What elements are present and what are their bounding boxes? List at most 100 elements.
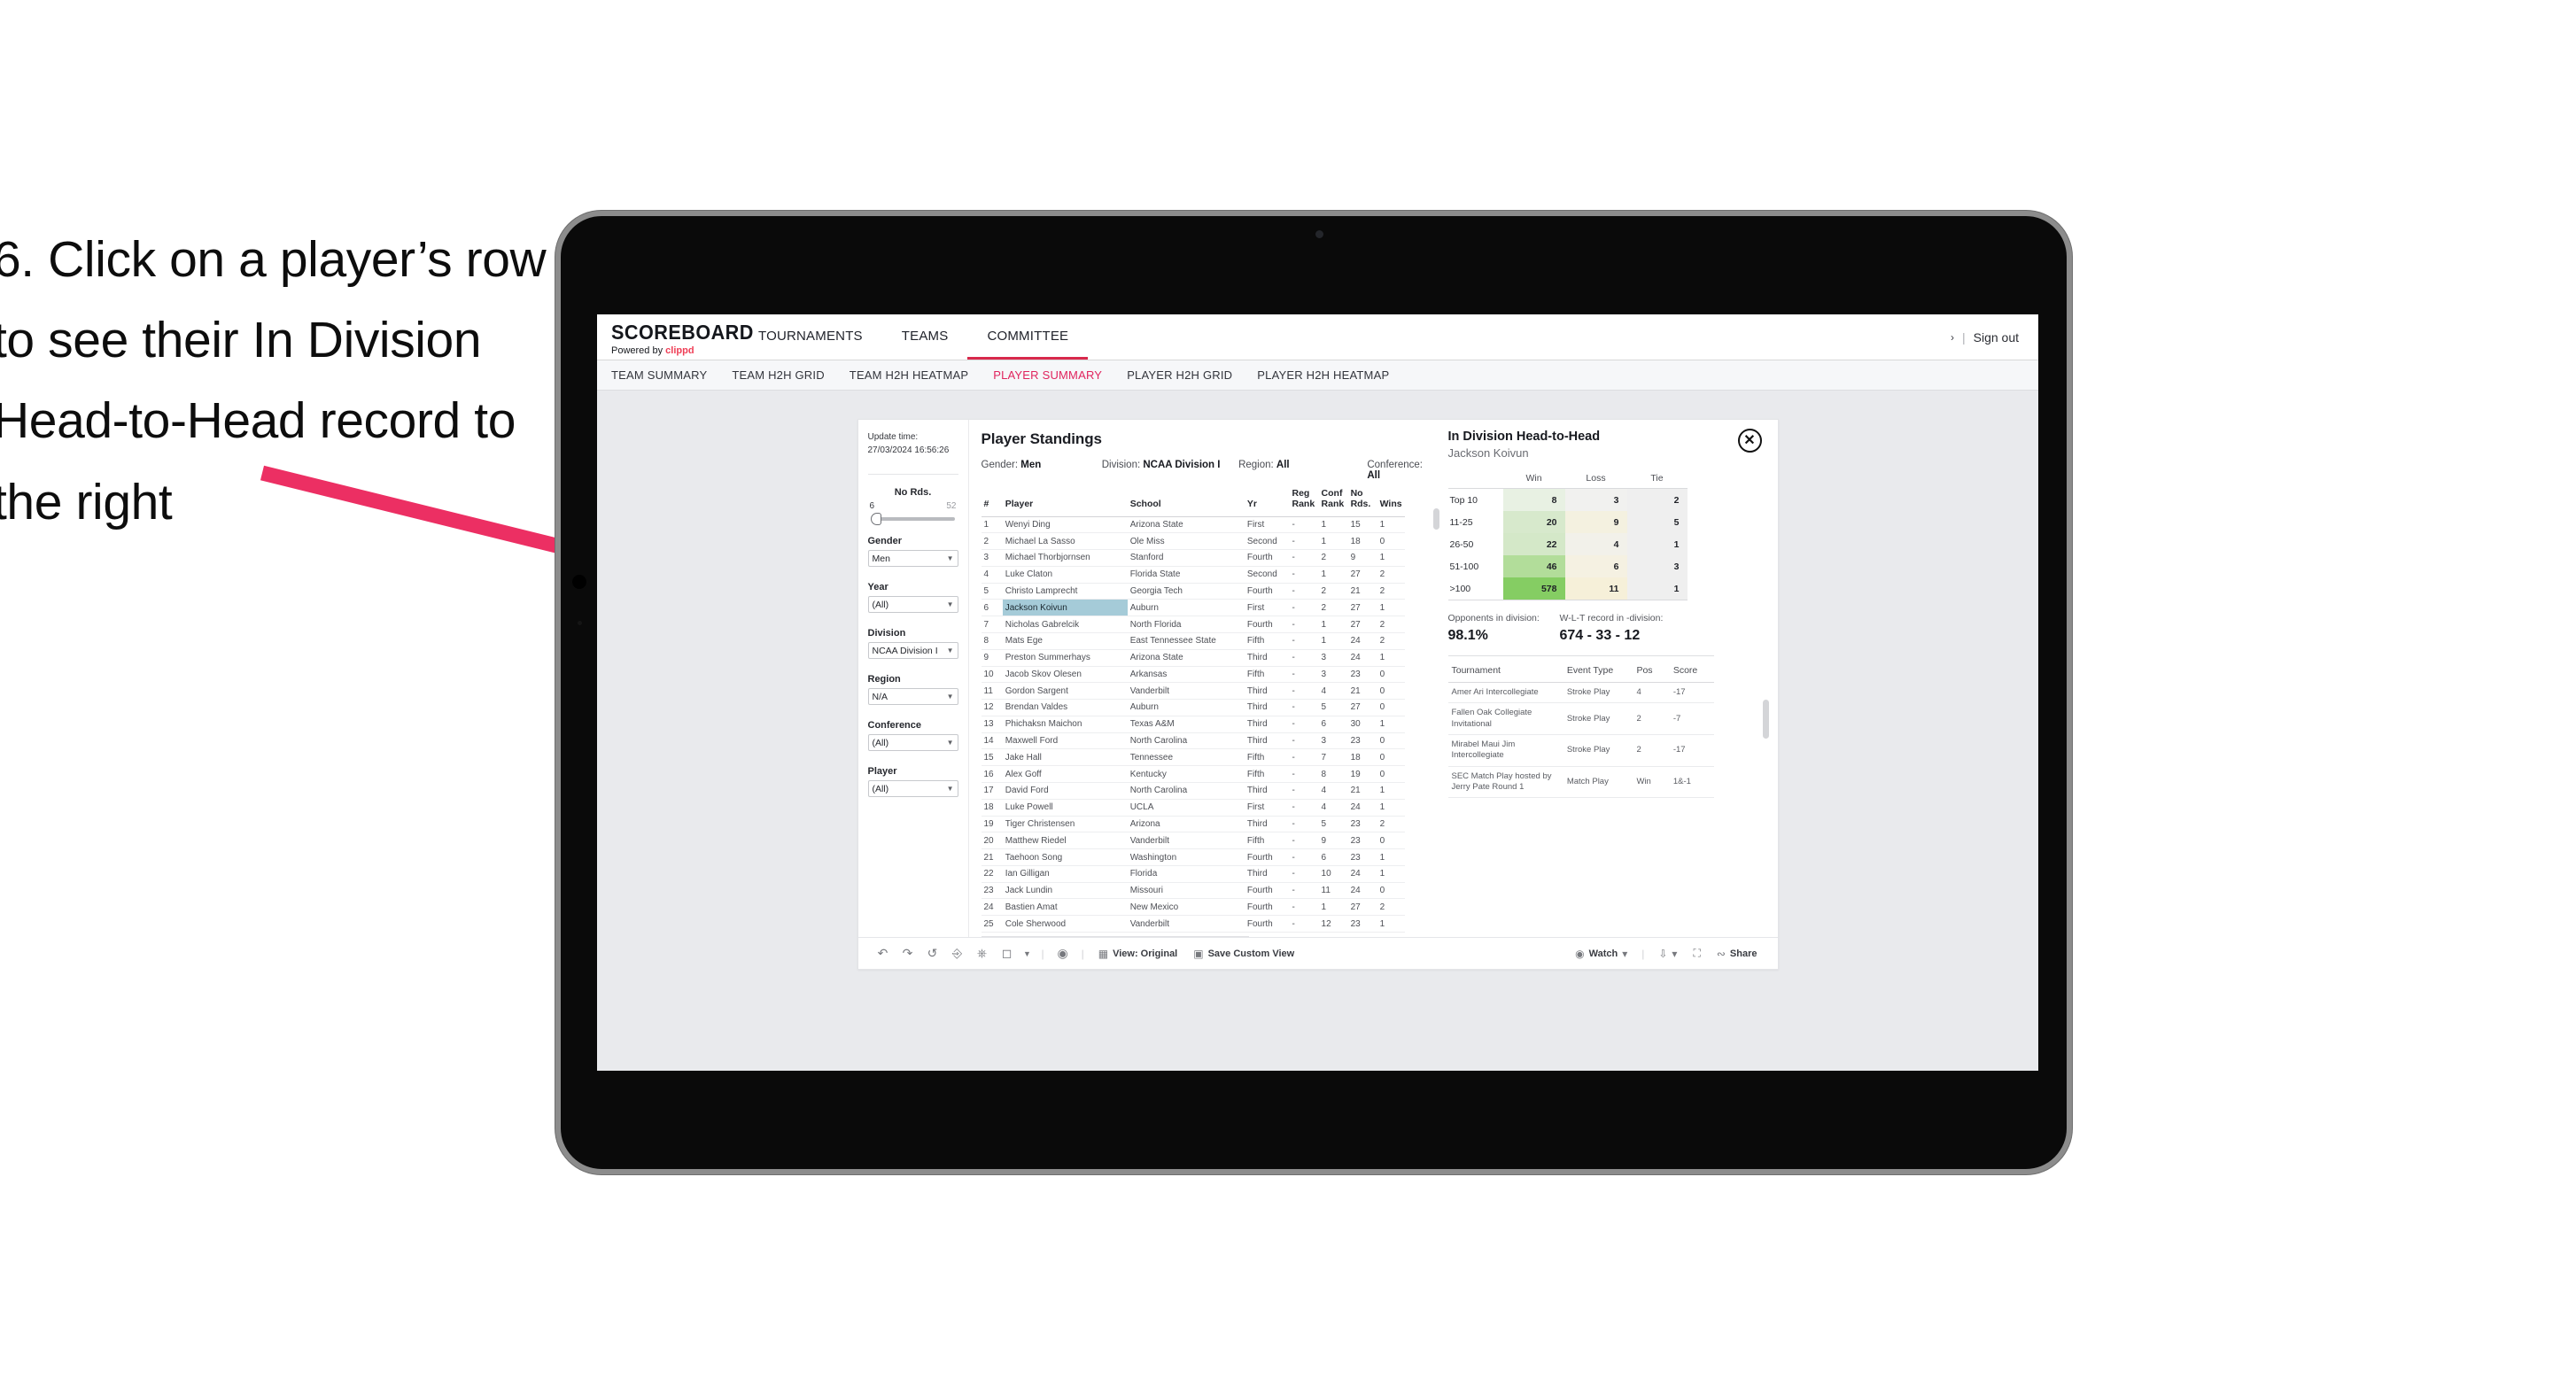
col-player[interactable]: Player (1002, 489, 1128, 517)
table-row[interactable]: 2 Michael La Sasso Ole Miss Second -1 18 0 (981, 532, 1405, 551)
share-button[interactable]: ∾ Share (1709, 948, 1765, 960)
tab-player-h2h-heatmap[interactable]: PLAYER H2H HEATMAP (1257, 368, 1389, 382)
filter-select-year[interactable]: (All) ▼ (867, 596, 958, 613)
col-event-type[interactable]: Event Type (1563, 658, 1633, 683)
refresh-icon[interactable]: ⎆ (945, 946, 970, 961)
h2h-tie-cell: 5 (1626, 511, 1688, 533)
table-row[interactable]: 9 Preston Summerhays Arizona State Third -3 2… (981, 649, 1405, 667)
tournament-row[interactable]: Fallen Oak Collegiate Invitational Stroke… (1447, 702, 1714, 736)
school-cell: North Florida (1127, 616, 1245, 633)
side-button-round[interactable] (572, 575, 586, 589)
col-no-rds[interactable]: No Rds. (1347, 488, 1377, 517)
table-row[interactable]: 25 Cole Sherwood Vanderbilt Fourth -12 23 1 (981, 915, 1405, 933)
rank-cell: 15 (981, 748, 1003, 767)
chevron-right-icon[interactable]: › (1951, 331, 1954, 344)
no-rds-cell: 24 (1347, 632, 1377, 650)
tab-player-h2h-grid[interactable]: PLAYER H2H GRID (1127, 368, 1232, 382)
table-row[interactable]: 7 Nicholas Gabrelcik North Florida Fourth -1… (981, 616, 1405, 633)
col-rank[interactable]: # (981, 489, 1003, 517)
revert-icon[interactable]: ↺ (920, 946, 945, 961)
redo-icon[interactable]: ↷ (896, 946, 920, 961)
side-button-small[interactable] (578, 621, 582, 625)
col-school[interactable]: School (1127, 489, 1245, 517)
nav-committee[interactable]: COMMITTEE (967, 314, 1089, 360)
h2h-win-cell: 578 (1502, 577, 1565, 600)
brand-logo[interactable]: SCOREBOARD Powered by clippd (597, 314, 753, 360)
zoom-select-icon[interactable]: ◻ (995, 946, 1020, 961)
standings-table: # Player School Yr Reg Rank Conf Rank No… (981, 488, 1405, 933)
view-original-button[interactable]: ▦ View: Original (1090, 948, 1186, 960)
nav-tournaments[interactable]: TOURNAMENTS (739, 314, 882, 360)
col-tournament[interactable]: Tournament (1447, 658, 1563, 683)
filter-select-conference[interactable]: (All) ▼ (867, 734, 958, 751)
sign-out-link[interactable]: Sign out (1974, 330, 2019, 345)
save-custom-view-button[interactable]: ▣ Save Custom View (1185, 948, 1302, 960)
col-pos[interactable]: Pos (1633, 658, 1670, 683)
tournament-row[interactable]: SEC Match Play hosted by Jerry Pate Roun… (1447, 766, 1714, 799)
h2h-win-cell: 20 (1502, 511, 1565, 533)
tournament-row[interactable]: Amer Ari Intercollegiate Stroke Play 4 -17 (1447, 682, 1714, 704)
tab-team-h2h-heatmap[interactable]: TEAM H2H HEATMAP (850, 368, 968, 382)
table-row[interactable]: 22 Ian Gilligan Florida Third -10 24 1 (981, 865, 1405, 883)
table-row[interactable]: 13 Phichaksn Maichon Texas A&M Third -6 30 1 (981, 716, 1405, 733)
yr-cell: Fourth (1244, 583, 1290, 600)
col-reg-rank[interactable]: Reg Rank (1289, 488, 1319, 517)
table-row[interactable]: 15 Jake Hall Tennessee Fifth -7 18 0 (981, 748, 1405, 767)
table-row[interactable]: 21 Taehoon Song Washington Fourth -6 23 1 (981, 848, 1405, 866)
col-conf-rank[interactable]: Conf Rank (1318, 488, 1348, 517)
table-row[interactable]: 14 Maxwell Ford North Carolina Third -3 23 0 (981, 732, 1405, 750)
table-row[interactable]: 1 Wenyi Ding Arizona State First -1 15 1 (981, 516, 1405, 534)
tournament-row[interactable]: Mirabel Maui Jim Intercollegiate Stroke P… (1447, 734, 1714, 767)
table-row[interactable]: 18 Luke Powell UCLA First -4 24 1 (981, 799, 1405, 817)
table-row[interactable]: 11 Gordon Sargent Vanderbilt Third -4 21 0 (981, 682, 1405, 701)
table-row[interactable]: 17 David Ford North Carolina Third -4 21 1 (981, 782, 1405, 800)
tournament-name: SEC Match Play hosted by Jerry Pate Roun… (1447, 766, 1563, 799)
conf-rank-cell: 2 (1318, 583, 1348, 600)
h2h-col-win: Win (1502, 472, 1565, 489)
filter-select-player[interactable]: (All) ▼ (867, 780, 958, 797)
player-cell: Michael La Sasso (1002, 532, 1128, 551)
caret-down-icon: ▾ (1672, 947, 1678, 960)
chevron-down-icon: ▼ (946, 647, 954, 654)
tab-team-h2h-grid[interactable]: TEAM H2H GRID (732, 368, 824, 382)
col-wins[interactable]: Wins (1377, 489, 1405, 517)
fullscreen-button[interactable]: ⛶ (1685, 947, 1708, 960)
close-icon[interactable]: ✕ (1737, 429, 1762, 453)
table-row[interactable]: 3 Michael Thorbjornsen Stanford Fourth -2 9 1 (981, 549, 1405, 567)
nav-teams[interactable]: TEAMS (882, 314, 968, 360)
table-row[interactable]: 24 Bastien Amat New Mexico Fourth -1 27 2 (981, 898, 1405, 917)
filter-select-division[interactable]: NCAA Division I ▼ (867, 642, 958, 659)
slider-handle[interactable] (870, 513, 881, 525)
filter-select-region[interactable]: N/A ▼ (867, 688, 958, 705)
col-yr[interactable]: Yr (1244, 489, 1290, 517)
table-row[interactable]: 8 Mats Ege East Tennessee State Fifth -1 24 2 (981, 632, 1405, 650)
watch-button[interactable]: ◉ Watch ▾ (1567, 948, 1635, 960)
table-row[interactable]: 6 Jackson Koivun Auburn First -2 27 1 (981, 599, 1405, 617)
table-row[interactable]: 16 Alex Goff Kentucky Fifth -8 19 0 (981, 765, 1405, 783)
school-cell: Washington (1127, 848, 1245, 866)
yr-cell: Third (1244, 682, 1290, 701)
table-row[interactable]: 4 Luke Claton Florida State Second -1 27 2 (981, 566, 1405, 584)
col-score[interactable]: Score (1669, 658, 1714, 683)
yr-cell: Second (1244, 532, 1290, 551)
highlight-icon[interactable]: ◉ (1051, 946, 1075, 961)
tab-team-summary[interactable]: TEAM SUMMARY (611, 368, 707, 382)
download-button[interactable]: ⇩ ▾ (1650, 948, 1685, 960)
table-row[interactable]: 20 Matthew Riedel Vanderbilt Fifth -9 23 0 (981, 832, 1405, 850)
conf-rank-cell: 1 (1318, 898, 1348, 917)
table-row[interactable]: 23 Jack Lundin Missouri Fourth -11 24 0 (981, 882, 1405, 900)
reg-rank-cell: - (1289, 865, 1319, 883)
reg-rank-cell: - (1289, 616, 1319, 633)
table-row[interactable]: 19 Tiger Christensen Arizona Third -5 23 2 (981, 816, 1405, 833)
no-rounds-slider[interactable] (870, 513, 955, 525)
caret-down-icon[interactable]: ▼ (1020, 949, 1036, 958)
table-row[interactable]: 10 Jacob Skov Olesen Arkansas Fifth -3 23 0 (981, 666, 1405, 684)
tab-player-summary[interactable]: PLAYER SUMMARY (993, 368, 1102, 382)
undo-icon[interactable]: ↶ (871, 946, 896, 961)
table-row[interactable]: 5 Christo Lamprecht Georgia Tech Fourth -2 21… (981, 583, 1405, 600)
wins-cell: 0 (1377, 732, 1405, 750)
filter-select-gender[interactable]: Men ▼ (867, 550, 958, 567)
tournament-scrollbar[interactable] (1762, 700, 1769, 739)
pause-icon[interactable]: ⎈ (970, 946, 995, 961)
table-row[interactable]: 12 Brendan Valdes Auburn Third -5 27 0 (981, 699, 1405, 716)
